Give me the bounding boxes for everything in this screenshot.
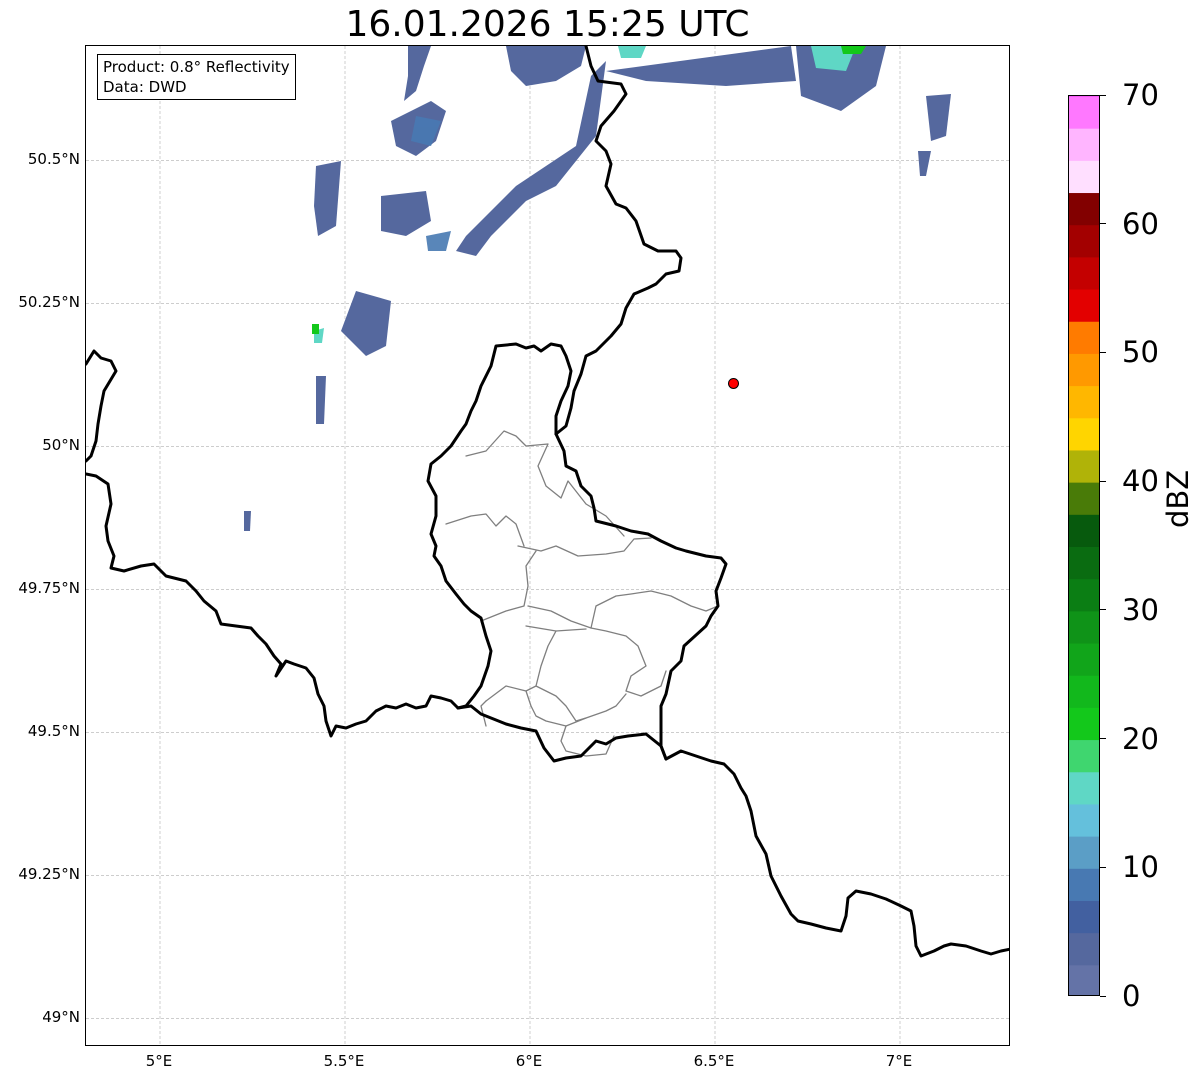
latitude-tick-label: 49°N [42, 1008, 80, 1027]
colorbar-swatch [1069, 224, 1099, 258]
colorbar-swatch [1069, 578, 1099, 612]
country-border [554, 46, 683, 436]
canton-border [590, 627, 667, 697]
colorbar-swatch [1069, 610, 1099, 644]
country-border [456, 704, 668, 763]
colorbar-tick-mark [1100, 351, 1106, 353]
colorbar-swatch [1069, 675, 1099, 708]
colorbar-tick-label: 0 [1122, 979, 1141, 1013]
colorbar-tick-mark [1100, 223, 1106, 225]
colorbar-swatch [1069, 96, 1099, 97]
longitude-tick-label: 5°E [145, 1052, 173, 1070]
product-info-box: Product: 0.8° Reflectivity Data: DWD [97, 54, 296, 100]
colorbar-tick-label: 40 [1122, 464, 1159, 499]
radar-echoes [244, 46, 951, 531]
latitude-tick-label: 50°N [42, 436, 80, 455]
colorbar-swatch [1069, 482, 1099, 515]
colorbar-swatch [1069, 932, 1099, 966]
colorbar-tick-mark [1100, 995, 1106, 997]
colorbar-swatch [1069, 385, 1099, 419]
longitude-tick-label: 6°E [515, 1052, 543, 1070]
colorbar-tick-mark [1100, 609, 1106, 611]
colorbar-tick-label: 20 [1122, 721, 1159, 756]
reflectivity-colorbar [1068, 95, 1100, 996]
colorbar-unit-label: dBZ [1161, 469, 1195, 528]
latitude-tick-label: 50.25°N [18, 293, 80, 312]
echo-area [381, 191, 431, 236]
colorbar-swatch [1069, 964, 1099, 995]
colorbar-swatch [1069, 192, 1099, 226]
echo-area [926, 94, 951, 141]
longitude-tick-label: 5.5°E [323, 1052, 365, 1070]
echo-area [316, 376, 326, 424]
echo-core [618, 46, 646, 58]
echo-area [341, 291, 391, 356]
colorbar-swatch [1069, 900, 1099, 934]
latitude-tick-label: 49.25°N [18, 865, 80, 884]
gridlines [86, 46, 1009, 1045]
canton-border [517, 537, 652, 557]
latitude-tick-label: 50.5°N [27, 150, 80, 169]
colorbar-swatch [1069, 739, 1099, 773]
colorbar-tick-mark [1100, 738, 1106, 740]
colorbar-swatches [1069, 96, 1099, 995]
colorbar-tick-mark [1100, 94, 1106, 96]
colorbar-swatch [1069, 128, 1099, 161]
map-title: 16.01.2026 15:25 UTC [345, 4, 750, 45]
colorbar-tick-mark [1100, 866, 1106, 868]
country-border [426, 342, 573, 710]
country-border [86, 349, 118, 463]
colorbar-tick-label: 60 [1122, 206, 1159, 241]
echo-area [404, 46, 431, 101]
echo-core [312, 324, 319, 334]
colorbar-swatch [1069, 289, 1099, 322]
latitude-tick-label: 49.5°N [27, 722, 80, 741]
echo-area [244, 511, 251, 531]
canton-border [465, 430, 625, 537]
colorbar-swatch [1069, 868, 1099, 901]
country-border [86, 472, 460, 738]
colorbar-tick-label: 10 [1122, 850, 1159, 885]
canton-border [445, 513, 525, 547]
canton-border [527, 590, 719, 629]
product-label: Product: 0.8° Reflectivity [103, 58, 290, 76]
colorbar-swatch [1069, 353, 1099, 387]
colorbar-tick-mark [1100, 480, 1106, 482]
echo-core [426, 231, 451, 251]
location-marker[interactable] [728, 377, 739, 389]
latitude-tick-label: 49.75°N [18, 579, 80, 598]
colorbar-swatch [1069, 449, 1099, 483]
colorbar-swatch [1069, 417, 1099, 451]
data-source-label: Data: DWD [103, 78, 187, 96]
colorbar-swatch [1069, 803, 1099, 837]
radar-map-canvas [86, 46, 1009, 1045]
echo-core [411, 116, 441, 146]
colorbar-swatch [1069, 836, 1099, 869]
canton-border [535, 685, 627, 722]
echo-area [506, 46, 586, 86]
echo-area [918, 151, 931, 176]
colorbar-swatch [1069, 707, 1099, 741]
colorbar-swatch [1069, 771, 1099, 805]
longitude-tick-label: 7°E [885, 1052, 913, 1070]
colorbar-swatch [1069, 546, 1099, 580]
country-border [554, 432, 728, 761]
colorbar-swatch [1069, 321, 1099, 354]
colorbar-swatch [1069, 96, 1099, 129]
canton-border [480, 550, 537, 637]
canton-border [525, 625, 587, 632]
echo-area [314, 161, 341, 236]
echo-area [456, 61, 606, 256]
colorbar-tick-label: 50 [1122, 335, 1159, 370]
colorbar-swatch [1069, 256, 1099, 290]
colorbar-swatch [1069, 643, 1099, 676]
country-border [664, 749, 1009, 958]
colorbar-swatch [1069, 160, 1099, 194]
radar-map[interactable] [85, 45, 1010, 1046]
colorbar-swatch [1069, 514, 1099, 547]
longitude-tick-label: 6.5°E [693, 1052, 735, 1070]
colorbar-tick-label: 30 [1122, 592, 1159, 627]
colorbar-tick-label: 70 [1122, 78, 1159, 112]
